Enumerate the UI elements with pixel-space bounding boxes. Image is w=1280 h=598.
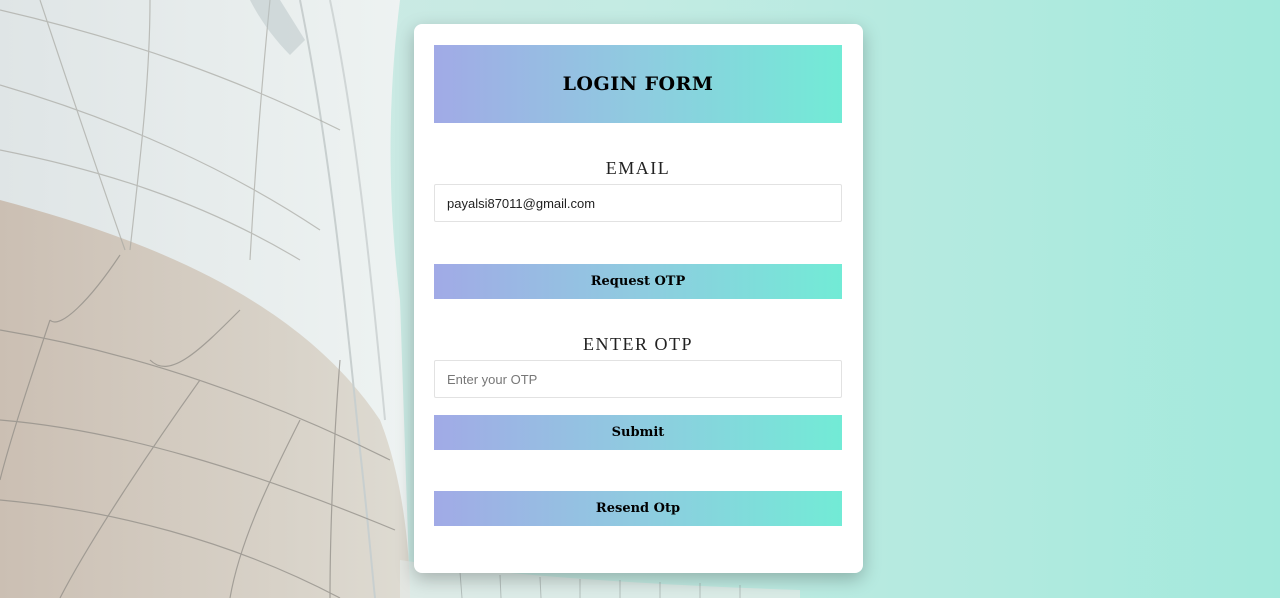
email-label: EMAIL (605, 158, 671, 178)
login-form-header: LOGIN FORM (434, 45, 842, 123)
login-card: LOGIN FORM EMAIL Request OTP ENTER OTP S… (414, 24, 863, 573)
otp-label: ENTER OTP (583, 334, 693, 354)
otp-field[interactable] (434, 360, 842, 398)
page: LOGIN FORM EMAIL Request OTP ENTER OTP S… (0, 0, 1280, 598)
submit-button[interactable]: Submit (434, 415, 842, 450)
request-otp-button[interactable]: Request OTP (434, 264, 842, 299)
email-field[interactable] (434, 184, 842, 222)
page-title: LOGIN FORM (562, 73, 714, 95)
resend-otp-button[interactable]: Resend Otp (434, 491, 842, 526)
